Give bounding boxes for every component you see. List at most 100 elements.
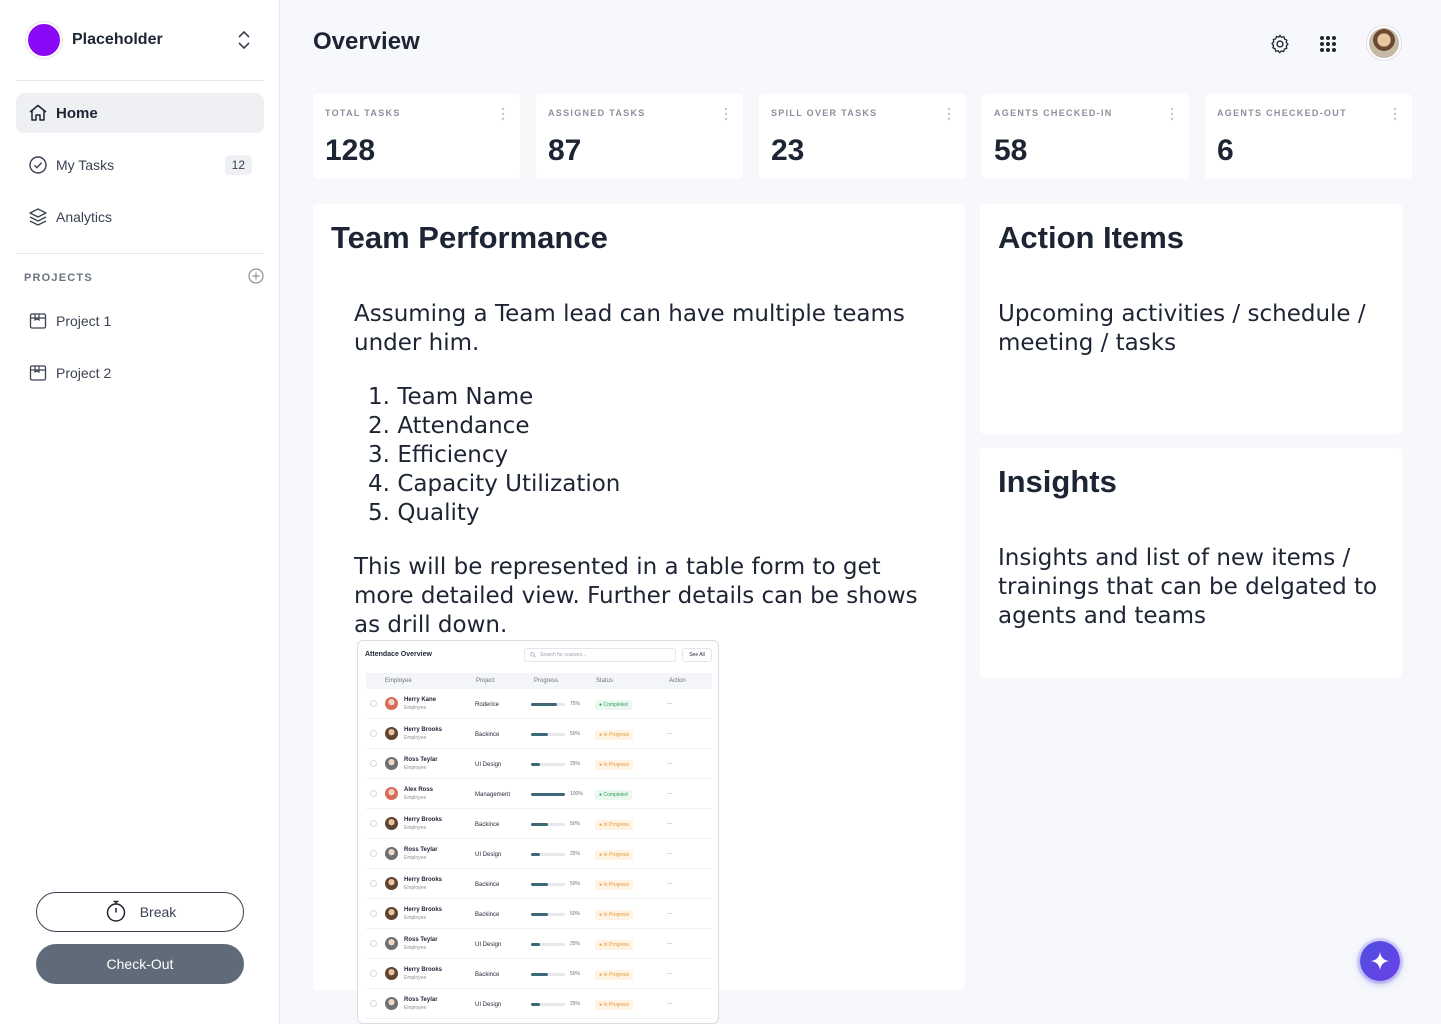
- employee-role: Employee: [404, 945, 427, 951]
- employee-name: Ross Teylar: [404, 937, 438, 943]
- row-action-button[interactable]: ...: [667, 730, 672, 736]
- list-item-text: Efficiency: [397, 442, 509, 468]
- row-checkbox[interactable]: [370, 940, 377, 947]
- table-row[interactable]: Ross Teylar Employee UI Design 25% ● In Prog…: [366, 929, 712, 959]
- progress-percent: 25%: [570, 761, 581, 767]
- row-action-button[interactable]: ...: [667, 760, 672, 766]
- more-vertical-icon[interactable]: [1392, 106, 1398, 122]
- status-text: In Progress: [603, 972, 629, 978]
- row-action-button[interactable]: ...: [667, 970, 672, 976]
- row-checkbox[interactable]: [370, 820, 377, 827]
- row-checkbox[interactable]: [370, 1000, 377, 1007]
- status-badge: ● In Progress: [595, 850, 633, 860]
- workspace-name: Placeholder: [72, 31, 163, 48]
- sidebar-item-project-2[interactable]: Project 2: [16, 353, 264, 393]
- employee-avatar: [385, 787, 398, 800]
- list-item: 3. Efficiency: [368, 442, 509, 468]
- row-action-button[interactable]: ...: [667, 850, 672, 856]
- row-action-button[interactable]: ...: [667, 700, 672, 706]
- table-search-input[interactable]: Search for courses...: [524, 648, 676, 662]
- employee-project: UI Design: [475, 942, 502, 948]
- row-checkbox[interactable]: [370, 730, 377, 737]
- progress-percent: 50%: [570, 731, 581, 737]
- table-row[interactable]: Herry Brooks Employee Backince 50% ● In Prog…: [366, 899, 712, 929]
- workspace-switcher[interactable]: Placeholder: [16, 18, 264, 62]
- row-action-button[interactable]: ...: [667, 880, 672, 886]
- row-checkbox[interactable]: [370, 880, 377, 887]
- ai-assistant-button[interactable]: [1360, 941, 1400, 981]
- row-action-button[interactable]: ...: [667, 910, 672, 916]
- projects-header: PROJECTS: [24, 267, 264, 289]
- home-icon: [28, 103, 48, 123]
- table-row[interactable]: Herry Brooks Employee Backince 50% ● In Prog…: [366, 959, 712, 989]
- row-checkbox[interactable]: [370, 700, 377, 707]
- stopwatch-icon: [104, 899, 140, 926]
- status-badge: ● In Progress: [595, 760, 633, 770]
- employee-role: Employee: [404, 795, 427, 801]
- stat-label: ASSIGNED TASKS: [548, 108, 646, 118]
- user-avatar[interactable]: [1367, 26, 1401, 60]
- progress-bar: [531, 733, 565, 736]
- table-row[interactable]: Herry Brooks Employee Backince 50% ● In Prog…: [366, 719, 712, 749]
- nav-label: Home: [56, 104, 98, 122]
- settings-gear-icon[interactable]: [1268, 32, 1292, 56]
- employee-avatar: [385, 817, 398, 830]
- table-row[interactable]: Alex Ross Employee Management 100% ● Complet…: [366, 779, 712, 809]
- see-all-button[interactable]: See All: [682, 648, 712, 662]
- divider: [16, 253, 264, 254]
- action-items-title: Action Items: [998, 220, 1185, 255]
- row-action-button[interactable]: ...: [667, 1000, 672, 1006]
- row-checkbox[interactable]: [370, 760, 377, 767]
- action-items-body: Upcoming activities / schedule / meeting…: [998, 301, 1366, 356]
- column-header: Progress: [534, 678, 559, 684]
- insights-panel: Insights Insights and list of new items …: [980, 448, 1402, 678]
- row-action-button[interactable]: ...: [667, 820, 672, 826]
- table-row[interactable]: Herry Kane Employee Roderice 75% ● Completed…: [366, 689, 712, 719]
- row-checkbox[interactable]: [370, 970, 377, 977]
- progress-bar: [531, 853, 565, 856]
- sparkle-icon: [1370, 951, 1390, 971]
- more-vertical-icon[interactable]: [1169, 106, 1175, 122]
- more-vertical-icon[interactable]: [500, 106, 506, 122]
- more-vertical-icon[interactable]: [946, 106, 952, 122]
- stat-card-spill-over-tasks[interactable]: SPILL OVER TASKS 23: [759, 94, 966, 179]
- progress-percent: 50%: [570, 971, 581, 977]
- stat-card-total-tasks[interactable]: TOTAL TASKS 128: [313, 94, 520, 179]
- project-label: Project 2: [56, 365, 112, 381]
- table-row[interactable]: Herry Brooks Employee Backince 50% ● In Prog…: [366, 809, 712, 839]
- row-action-button[interactable]: ...: [667, 790, 672, 796]
- add-project-icon[interactable]: [248, 267, 264, 289]
- employee-avatar: [385, 727, 398, 740]
- nav-item-home[interactable]: Home: [16, 93, 264, 133]
- table-row[interactable]: Herry Brooks Employee Backince 50% ● In Prog…: [366, 869, 712, 899]
- row-checkbox[interactable]: [370, 790, 377, 797]
- stat-card-assigned-tasks[interactable]: ASSIGNED TASKS 87: [536, 94, 743, 179]
- row-checkbox[interactable]: [370, 850, 377, 857]
- table-row[interactable]: Ross Teylar Employee UI Design 25% ● In Prog…: [366, 749, 712, 779]
- status-text: In Progress: [603, 882, 629, 888]
- nav-item-my-tasks[interactable]: My Tasks 12: [16, 145, 264, 185]
- nav-item-analytics[interactable]: Analytics: [16, 197, 264, 237]
- progress-bar: [531, 1003, 565, 1006]
- sidebar: Placeholder Home My Tasks 12 Analytics P…: [0, 0, 280, 1024]
- table-row[interactable]: Ross Teylar Employee UI Design 25% ● In Prog…: [366, 839, 712, 869]
- employee-project: UI Design: [475, 1002, 502, 1008]
- more-vertical-icon[interactable]: [723, 106, 729, 122]
- sidebar-item-project-1[interactable]: Project 1: [16, 301, 264, 341]
- employee-name: Herry Brooks: [404, 817, 443, 823]
- employee-project: UI Design: [475, 852, 502, 858]
- employee-role: Employee: [404, 765, 427, 771]
- employee-role: Employee: [404, 825, 427, 831]
- row-checkbox[interactable]: [370, 910, 377, 917]
- check-out-button[interactable]: Check-Out: [36, 944, 244, 984]
- break-button[interactable]: Break: [36, 892, 244, 932]
- stat-card-agents-checked-in[interactable]: AGENTS CHECKED-IN 58: [982, 94, 1189, 179]
- stat-card-agents-checked-out[interactable]: AGENTS CHECKED-OUT 6: [1205, 94, 1412, 179]
- apps-grid-icon[interactable]: [1316, 32, 1340, 56]
- employee-project: Roderice: [475, 702, 500, 708]
- table-row[interactable]: Ross Teylar Employee UI Design 25% ● In Prog…: [366, 989, 712, 1019]
- progress-percent: 50%: [570, 911, 581, 917]
- employee-avatar: [385, 697, 398, 710]
- status-text: In Progress: [603, 1002, 629, 1008]
- row-action-button[interactable]: ...: [667, 940, 672, 946]
